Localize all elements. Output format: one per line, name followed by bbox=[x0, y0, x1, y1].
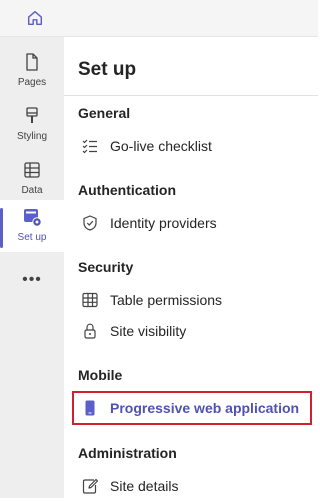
nav-item-table-permissions[interactable]: Table permissions bbox=[72, 285, 310, 315]
nav-item-label: Identity providers bbox=[110, 215, 217, 231]
edit-icon bbox=[80, 476, 100, 496]
more-button[interactable]: ••• bbox=[0, 270, 64, 290]
table-icon bbox=[21, 159, 43, 181]
section-heading-mobile: Mobile bbox=[78, 367, 123, 383]
left-rail: Pages Styling Data Set up ••• bbox=[0, 37, 64, 498]
nav-item-label: Progressive web application bbox=[110, 400, 300, 416]
paintbrush-icon bbox=[21, 105, 43, 127]
nav-item-progressive-web-application[interactable]: Progressive web application bbox=[72, 393, 310, 423]
rail-item-set-up[interactable]: Set up bbox=[0, 200, 64, 252]
rail-item-label: Pages bbox=[17, 77, 47, 88]
nav-item-label: Site details bbox=[110, 478, 179, 494]
active-indicator bbox=[0, 208, 3, 248]
setup-gear-icon bbox=[21, 206, 43, 228]
section-heading-authentication: Authentication bbox=[78, 182, 176, 198]
section-heading-general: General bbox=[78, 105, 131, 121]
page-icon bbox=[21, 51, 43, 73]
rail-item-pages[interactable]: Pages bbox=[0, 45, 64, 97]
nav-item-label: Go-live checklist bbox=[110, 138, 212, 154]
divider bbox=[64, 95, 318, 96]
phone-icon bbox=[80, 398, 100, 418]
home-icon bbox=[27, 10, 43, 26]
setup-panel: Set up General Go-live checklist Authent… bbox=[64, 37, 318, 498]
rail-item-label: Set up bbox=[17, 232, 47, 243]
nav-item-identity-providers[interactable]: Identity providers bbox=[72, 208, 310, 238]
rail-item-label: Data bbox=[21, 185, 43, 196]
home-button[interactable] bbox=[22, 6, 48, 30]
lock-icon bbox=[80, 321, 100, 341]
table-icon bbox=[80, 290, 100, 310]
checklist-icon bbox=[80, 136, 100, 156]
shield-icon bbox=[80, 213, 100, 233]
section-heading-security: Security bbox=[78, 259, 134, 275]
top-bar bbox=[0, 0, 318, 37]
panel-title: Set up bbox=[78, 59, 137, 80]
nav-item-go-live-checklist[interactable]: Go-live checklist bbox=[72, 131, 310, 161]
rail-item-styling[interactable]: Styling bbox=[0, 99, 64, 151]
section-heading-administration: Administration bbox=[78, 445, 177, 461]
nav-item-site-visibility[interactable]: Site visibility bbox=[72, 316, 310, 346]
rail-item-data[interactable]: Data bbox=[0, 153, 64, 205]
rail-item-label: Styling bbox=[16, 131, 47, 142]
nav-item-label: Site visibility bbox=[110, 323, 187, 339]
nav-item-site-details[interactable]: Site details bbox=[72, 471, 310, 501]
nav-item-label: Table permissions bbox=[110, 292, 223, 308]
